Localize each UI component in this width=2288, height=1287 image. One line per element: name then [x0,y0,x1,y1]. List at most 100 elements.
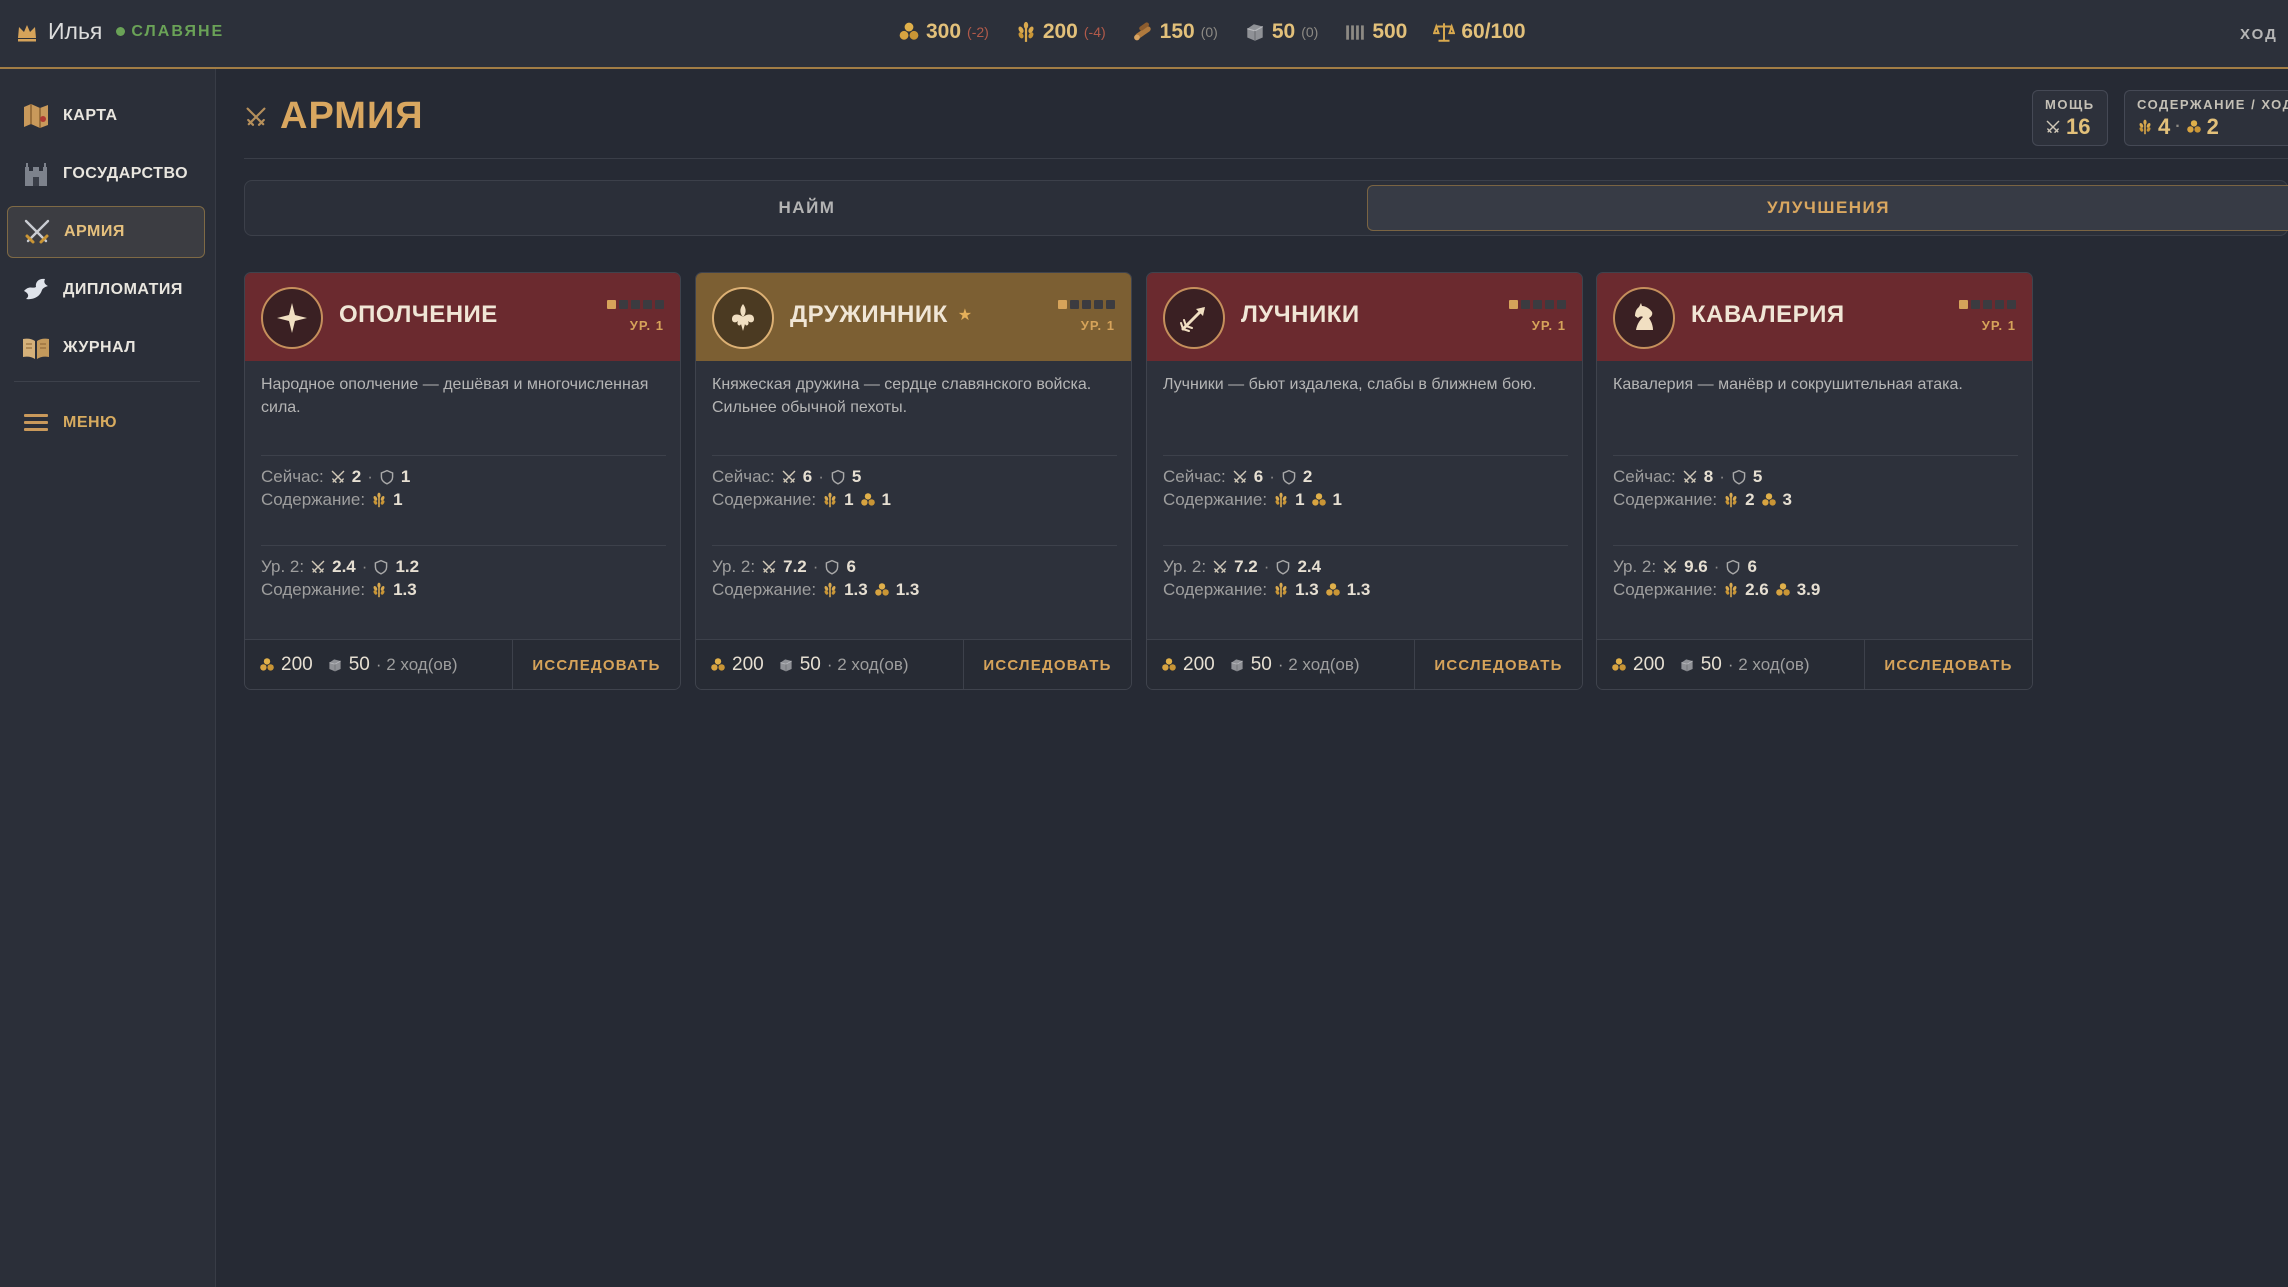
map-icon [24,104,48,128]
current-upkeep: Содержание: 1 1 [712,490,891,510]
defense-icon [373,559,389,575]
grain-icon [1273,492,1289,508]
research-turns: · 2 ход(ов) [1727,655,1810,674]
defense-value: 5 [851,467,862,486]
resource-delta: (-2) [967,24,989,40]
level-text: УР. 1 [1531,318,1566,333]
defense-icon [830,469,846,485]
research-cost: 200 50 · 2 ход(ов) [1161,654,1360,676]
fleur-de-lis-icon [732,304,754,331]
tab-recruit[interactable]: НАЙМ [249,185,1365,231]
stone-icon [778,657,794,673]
sidebar-item-journal[interactable]: ЖУРНАЛ [7,322,205,374]
sidebar-item-army[interactable]: АРМИЯ [7,206,205,258]
attack-icon [1212,559,1228,575]
defense-value: 2.4 [1297,557,1322,576]
separator: · [361,557,368,576]
stat-label: Содержание: [1163,580,1268,599]
stone-icon [327,657,343,673]
unit-description: Народное ополчение — дешёвая и многочисл… [261,376,649,416]
attack-icon [1662,559,1678,575]
top-bar: Илья СЛАВЯНЕ 300 (-2) 200 (-4) 150 (0) 5… [0,0,2288,69]
current-upkeep: Содержание: 2 3 [1613,490,1792,510]
current-upkeep: Содержание: 1 1 [1163,490,1342,510]
unit-card-cavalry: КАВАЛЕРИЯ УР. 1 Кавалерия — манёвр и сок… [1596,272,2033,690]
gold-value: 3 [1782,490,1793,509]
grain-icon [1723,492,1739,508]
grain-value: 1 [1295,490,1305,509]
divider [261,545,666,546]
grain-value: 1.3 [393,580,417,599]
stat-label: Ур. 2: [1163,557,1207,576]
resource-delta: (-4) [1083,24,1106,40]
upkeep-label: СОДЕРЖАНИЕ / ХОД [2137,97,2288,112]
sidebar-item-label: МЕНЮ [63,414,118,431]
gold-icon [259,657,275,673]
grain-value: 1.3 [844,580,868,599]
stat-label: Содержание: [712,580,817,599]
power-stat: МОЩЬ 16 [2032,90,2108,146]
stat-label: Сейчас: [1613,467,1676,486]
research-button[interactable]: ИССЛЕДОВАТЬ [963,640,1131,689]
sidebar-item-state[interactable]: ГОСУДАРСТВО [7,148,205,200]
unit-emblem [261,287,323,349]
current-upkeep: Содержание: 1 [261,490,403,510]
gold-cost: 200 [1183,654,1215,675]
attack-value: 6 [1253,467,1264,486]
divider [1613,455,2018,456]
next-level-stats: Ур. 2: 7.2 · 6 [712,557,856,577]
attack-icon [761,559,777,575]
gold-cost: 200 [281,654,313,675]
player-name: Илья [48,18,103,44]
research-button[interactable]: ИССЛЕДОВАТЬ [512,640,680,689]
defense-icon [379,469,395,485]
research-cost: 200 50 · 2 ход(ов) [1611,654,1810,676]
tab-upgrades[interactable]: УЛУЧШЕНИЯ [1367,185,2288,231]
level-indicator [1058,300,1115,309]
separator: · [2175,118,2181,135]
research-turns: · 2 ход(ов) [375,655,458,674]
defense-value: 6 [1747,557,1757,576]
attack-icon [1682,469,1698,485]
separator: · [1263,557,1270,576]
resource-value: 60/100 [1461,20,1526,43]
attack-value: 8 [1703,467,1714,486]
defense-value: 1 [400,467,411,486]
divider [712,545,1117,546]
gold-icon [860,492,876,508]
grain-value: 1 [393,490,403,509]
sidebar-item-map[interactable]: КАРТА [7,90,205,142]
army-tabs: НАЙМ УЛУЧШЕНИЯ [244,180,2288,236]
attack-value: 2 [351,467,362,486]
resource-value: 300 [926,20,962,43]
research-cost: 200 50 · 2 ход(ов) [259,654,458,676]
research-button[interactable]: ИССЛЕДОВАТЬ [1864,640,2032,689]
unit-card-druzhinnik: ДРУЖИННИК ★ УР. 1 Княжеская дружина — сер… [695,272,1132,690]
grain-icon [1015,21,1037,43]
sidebar-item-label: ГОСУДАРСТВО [63,165,189,182]
grain-value: 1 [844,490,854,509]
card-footer: 200 50 · 2 ход(ов) ИССЛЕДОВАТЬ [245,639,680,689]
sidebar-item-menu[interactable]: МЕНЮ [7,397,205,449]
book-icon [23,338,49,359]
page-title-text: АРМИЯ [280,95,424,137]
turn-label[interactable]: ХОД [2240,26,2278,43]
attack-icon [781,469,797,485]
current-stats: Сейчас: 8 · 5 [1613,467,1762,487]
gold-icon [1761,492,1777,508]
grain-icon [2137,119,2153,135]
resource-value: 500 [1372,20,1408,43]
power-number: 16 [2066,114,2091,139]
separator: · [1719,467,1725,486]
resource-value: 50 [1271,20,1296,43]
sidebar-item-diplomacy[interactable]: ДИПЛОМАТИЯ [7,264,205,316]
level-indicator [607,300,664,309]
research-button[interactable]: ИССЛЕДОВАТЬ [1414,640,1582,689]
unit-card-militia: ОПОЛЧЕНИЕ УР. 1 Народное ополчение — деш… [244,272,681,690]
grain-value: 2.6 [1745,580,1769,599]
defense-icon [1275,559,1291,575]
gold-icon [2186,119,2202,135]
faction-dot-icon [116,27,126,36]
gold-value: 1 [881,490,892,509]
sidebar-item-label: ДИПЛОМАТИЯ [63,281,183,298]
